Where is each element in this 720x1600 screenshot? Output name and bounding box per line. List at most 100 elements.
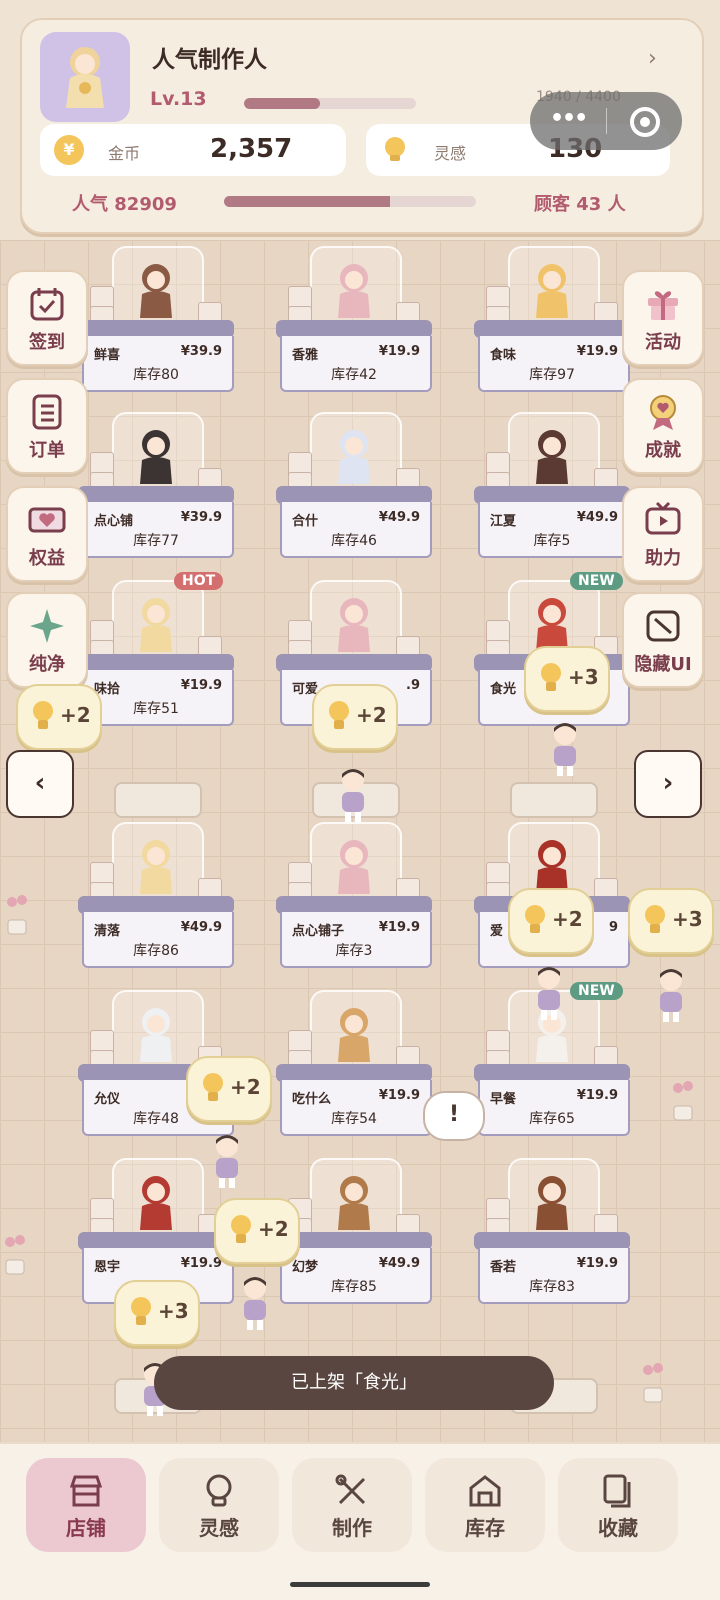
product-price: ¥19.9: [576, 1256, 618, 1271]
shelf[interactable]: 点心铺子 ¥19.9 库存3: [276, 822, 432, 972]
side-button-label: 活动: [645, 332, 681, 353]
figure-icon: [536, 840, 568, 894]
idea-bubble[interactable]: +3: [114, 1280, 200, 1346]
shelf[interactable]: 合什 ¥49.9 库存46: [276, 412, 432, 562]
nav-tab-label: 库存: [465, 1516, 505, 1540]
side-button-calendar-check[interactable]: 签到: [6, 270, 88, 366]
shelf[interactable]: 清落 ¥49.9 库存86: [78, 822, 234, 972]
nav-tab-warehouse[interactable]: 库存: [425, 1458, 545, 1552]
side-button-sparkle[interactable]: 纯净: [6, 592, 88, 688]
idea-bubble-value: +2: [230, 1075, 261, 1099]
potted-plant-icon: [673, 1081, 693, 1121]
potted-plant-icon: [7, 895, 27, 935]
figure-icon: [536, 1176, 568, 1230]
player-avatar[interactable]: [40, 32, 130, 122]
bench: [510, 782, 598, 818]
product-price: ¥19.9: [180, 678, 222, 693]
figure-icon: [338, 840, 370, 894]
lightbulb-icon: [385, 137, 405, 161]
nav-tab-label: 店铺: [66, 1516, 106, 1540]
side-button-label: 纯净: [29, 654, 65, 675]
product-name: 幻梦: [292, 1260, 319, 1275]
figure-icon: [140, 264, 172, 318]
product-stock: 库存46: [331, 533, 377, 549]
figure-icon: [536, 598, 568, 652]
store-icon: [69, 1475, 103, 1507]
idea-bubble[interactable]: +2: [16, 684, 102, 750]
product-stock: 库存54: [331, 1111, 377, 1127]
product-name: 香雅: [292, 348, 319, 363]
side-button-tv[interactable]: 助力: [622, 486, 704, 582]
product-price: .9: [406, 678, 420, 693]
mini-program-capsule[interactable]: •••: [530, 92, 682, 150]
page-left-arrow-button[interactable]: ‹: [6, 750, 74, 818]
product-stock: 库存65: [529, 1111, 575, 1127]
product-tag-badge: HOT: [174, 572, 224, 590]
product-name: 恩宇: [94, 1260, 121, 1275]
idea-bubble[interactable]: +2: [508, 888, 594, 954]
side-button-gift[interactable]: 活动: [622, 270, 704, 366]
nav-tab-lightbulb[interactable]: 灵感: [159, 1458, 279, 1552]
player-title: 人气制作人: [152, 47, 267, 73]
lightbulb-icon: [206, 1474, 232, 1507]
customer-figure: [660, 969, 682, 1022]
nav-tab-store[interactable]: 店铺: [26, 1458, 146, 1552]
idea-bubble[interactable]: +2: [214, 1198, 300, 1264]
idea-bubble[interactable]: +2: [312, 684, 398, 750]
product-stock: 库存86: [133, 943, 179, 959]
lightbulb-icon: [231, 1215, 251, 1243]
lightbulb-icon: [131, 1297, 151, 1325]
side-button-heart-ticket[interactable]: 权益: [6, 486, 88, 582]
more-icon[interactable]: •••: [550, 106, 588, 131]
idea-bubble[interactable]: +2: [186, 1056, 272, 1122]
page-right-arrow-button[interactable]: ›: [634, 750, 702, 818]
product-stock: 库存42: [331, 367, 377, 383]
lightbulb-icon: [525, 905, 545, 933]
popularity-progress-fill: [224, 196, 391, 207]
product-price: ¥49.9: [180, 920, 222, 935]
product-stock: 库存97: [529, 367, 575, 383]
product-stock: 库存3: [335, 943, 373, 959]
product-price: ¥19.9: [576, 344, 618, 359]
tv-icon: [645, 501, 681, 535]
idea-bubble-value: +3: [672, 907, 703, 931]
idea-bubble-value: +2: [60, 703, 91, 727]
shelf[interactable]: 吃什么 ¥19.9 库存54: [276, 990, 432, 1140]
idea-bubble[interactable]: +3: [628, 888, 714, 954]
lightbulb-icon: [33, 701, 53, 729]
product-name: 香若: [490, 1260, 517, 1275]
heart-ticket-icon: [28, 507, 66, 533]
product-name: 点心铺子: [292, 924, 345, 939]
toast-message: 已上架「食光」: [154, 1356, 554, 1410]
coin-counter[interactable]: ¥ 金币 2,357: [40, 124, 346, 176]
gift-icon: [648, 291, 678, 320]
side-button-badge[interactable]: 成就: [622, 378, 704, 474]
yen-coin-icon: ¥: [54, 135, 84, 165]
idea-bubble-value: +3: [568, 665, 599, 689]
side-button-hide-ui[interactable]: 隐藏UI: [622, 592, 704, 688]
customer-figure: [342, 769, 364, 822]
chevron-right-icon[interactable]: ›: [648, 46, 657, 71]
product-tag-badge: NEW: [570, 572, 623, 590]
shelf[interactable]: 食味 ¥19.9 库存97: [474, 246, 630, 396]
idea-bubble-value: +2: [258, 1217, 289, 1241]
shelf[interactable]: 江夏 ¥49.9 库存5: [474, 412, 630, 562]
idea-bubble[interactable]: +3: [524, 646, 610, 712]
shelf[interactable]: 香雅 ¥19.9 库存42: [276, 246, 432, 396]
nav-tab-collection[interactable]: 收藏: [558, 1458, 678, 1552]
shelf[interactable]: 香若 ¥19.9 库存83: [474, 1158, 630, 1308]
close-circle-icon[interactable]: [630, 107, 660, 137]
product-price: ¥19.9: [180, 1256, 222, 1271]
nav-tab-tools[interactable]: 制作: [292, 1458, 412, 1552]
potted-plant-icon: [643, 1363, 663, 1403]
badge-icon: [650, 395, 676, 430]
customer-alert-bubble[interactable]: !: [423, 1091, 485, 1141]
side-button-order-list[interactable]: 订单: [6, 378, 88, 474]
figure-icon: [338, 1176, 370, 1230]
shelf[interactable]: 鲜喜 ¥39.9 库存80: [78, 246, 234, 396]
product-name: 吃什么: [292, 1092, 332, 1107]
shelf[interactable]: 点心铺 ¥39.9 库存77: [78, 412, 234, 562]
capsule-divider: [606, 108, 607, 134]
figure-icon: [140, 1176, 172, 1230]
potted-plant-icon: [5, 1235, 25, 1275]
